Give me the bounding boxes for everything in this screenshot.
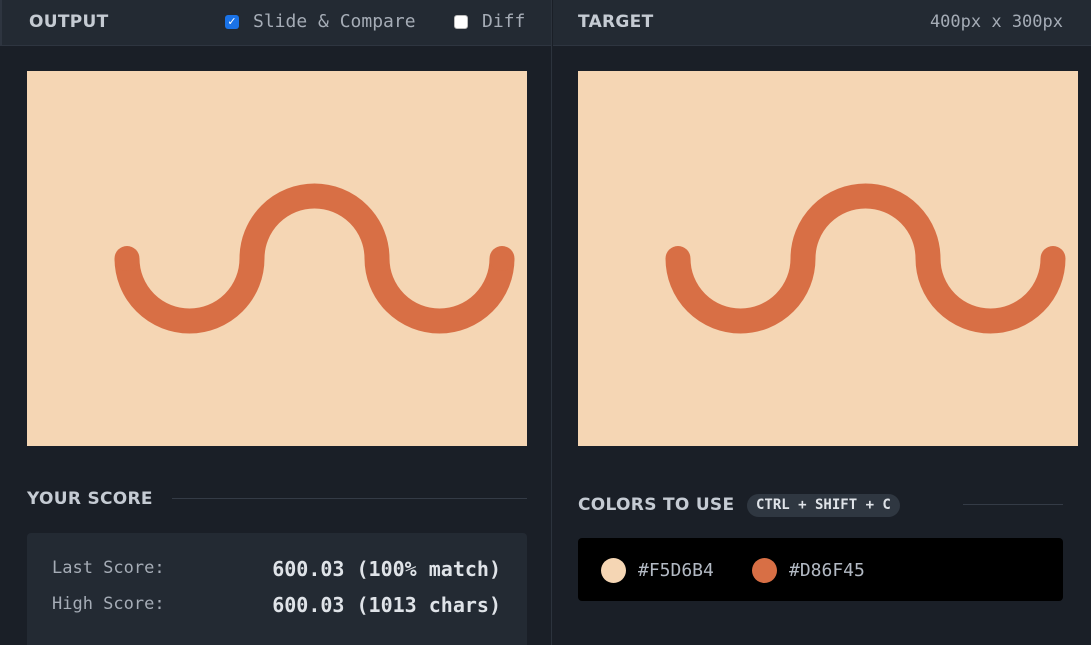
checkbox-empty-icon[interactable] — [454, 14, 468, 29]
divider — [172, 498, 527, 499]
diff-toggle[interactable]: Diff — [454, 11, 525, 32]
high-score-value: 600.03 (1013 chars) — [272, 593, 501, 617]
target-image[interactable] — [578, 71, 1078, 446]
color-dot-icon[interactable] — [752, 558, 777, 583]
last-score-label: Last Score: — [52, 558, 165, 578]
your-score-title: YOUR SCORE — [27, 489, 153, 509]
output-header: OUTPUT ✓ Slide & Compare Diff — [0, 0, 551, 46]
color-swatch[interactable]: #F5D6B4 — [601, 558, 714, 583]
slide-compare-label: Slide & Compare — [253, 11, 416, 32]
slide-compare-toggle[interactable]: ✓ Slide & Compare — [225, 11, 416, 32]
divider — [963, 504, 1063, 505]
output-canvas[interactable] — [27, 71, 527, 446]
last-score-value: 600.03 (100% match) — [272, 557, 501, 581]
diff-label: Diff — [482, 11, 526, 32]
target-title: TARGET — [578, 12, 654, 32]
color-dot-icon[interactable] — [601, 558, 626, 583]
target-dimensions: 400px x 300px — [929, 12, 1063, 32]
color-hex[interactable]: #F5D6B4 — [638, 560, 714, 581]
output-panel: OUTPUT ✓ Slide & Compare Diff YOUR SCORE… — [0, 0, 552, 645]
output-title: OUTPUT — [29, 12, 109, 32]
score-box: Last Score: 600.03 (100% match) High Sco… — [27, 533, 527, 645]
copy-colors-shortcut[interactable]: CTRL + SHIFT + C — [747, 494, 900, 517]
colors-box: #F5D6B4 #D86F45 — [578, 538, 1063, 601]
color-hex[interactable]: #D86F45 — [789, 560, 865, 581]
target-header: TARGET 400px x 300px — [553, 0, 1091, 46]
color-swatch[interactable]: #D86F45 — [752, 558, 865, 583]
colors-title: COLORS TO USE — [578, 495, 735, 515]
high-score-label: High Score: — [52, 594, 165, 614]
checkmark-icon[interactable]: ✓ — [225, 14, 239, 29]
